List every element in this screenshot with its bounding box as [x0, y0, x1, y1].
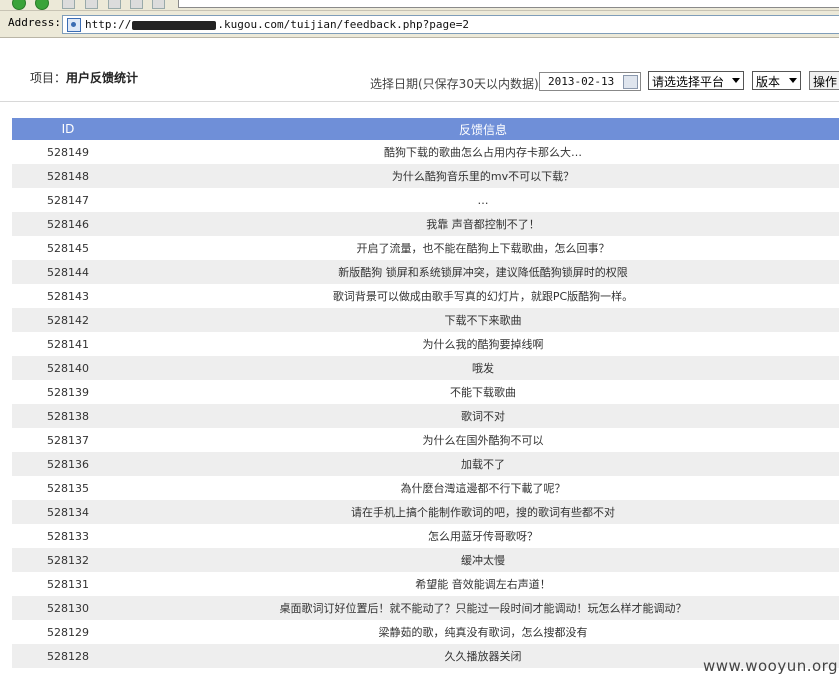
- operate-button[interactable]: 操作: [809, 71, 839, 90]
- table-row: 528130 桌面歌词订好位置后！就不能动了？只能过一段时间才能调动！玩怎么样才能…: [12, 596, 839, 620]
- page-icon: [67, 18, 81, 32]
- row-feedback: 为什么酷狗音乐里的mv不可以下载？: [124, 164, 839, 188]
- row-id: 528147: [12, 188, 124, 212]
- page-title: 项目：用户反馈统计: [30, 71, 139, 85]
- table-row: 528138 歌词不对: [12, 404, 839, 428]
- address-input[interactable]: http://.kugou.com/tuijian/feedback.php?p…: [62, 15, 839, 34]
- row-feedback: 桌面歌词订好位置后！就不能动了？只能过一段时间才能调动！玩怎么样才能调动？: [124, 596, 839, 620]
- row-feedback: 加载不了: [124, 452, 839, 476]
- calendar-icon[interactable]: [623, 75, 638, 89]
- row-feedback: 酷狗下载的歌曲怎么占用内存卡那么大…: [124, 140, 839, 164]
- chevron-down-icon[interactable]: [786, 74, 798, 86]
- history-icon[interactable]: [152, 0, 165, 9]
- row-id: 528136: [12, 452, 124, 476]
- table-row: 528149 酷狗下载的歌曲怎么占用内存卡那么大…: [12, 140, 839, 164]
- table-row: 528146 我靠 声音都控制不了！: [12, 212, 839, 236]
- row-id: 528133: [12, 524, 124, 548]
- table-row: 528135 為什麼台灣這邊都不行下載了呢？: [12, 476, 839, 500]
- address-bar: Address: http://.kugou.com/tuijian/feedb…: [0, 11, 839, 38]
- row-id: 528137: [12, 428, 124, 452]
- column-header-feedback: 反馈信息: [124, 118, 839, 140]
- table-row: 528143 歌词背景可以做成由歌手写真的幻灯片，就跟PC版酷狗一样。: [12, 284, 839, 308]
- row-feedback: 缓冲太慢: [124, 548, 839, 572]
- row-feedback: 开启了流量，也不能在酷狗上下载歌曲，怎么回事？: [124, 236, 839, 260]
- table-header-row: ID 反馈信息: [12, 118, 839, 140]
- refresh-icon[interactable]: [85, 0, 98, 9]
- row-feedback: 梁静茹的歌，纯真没有歌词，怎么搜都没有: [124, 620, 839, 644]
- table-row: 528139 不能下载歌曲: [12, 380, 839, 404]
- table-row: 528142 下载不下来歌曲: [12, 308, 839, 332]
- row-feedback: 请在手机上搞个能制作歌词的吧，搜的歌词有些都不对: [124, 500, 839, 524]
- column-header-id: ID: [12, 118, 124, 140]
- row-feedback: 不能下载歌曲: [124, 380, 839, 404]
- row-id: 528132: [12, 548, 124, 572]
- row-id: 528139: [12, 380, 124, 404]
- table-row: 528144 新版酷狗 锁屏和系统锁屏冲突，建议降低酷狗锁屏时的权限: [12, 260, 839, 284]
- row-id: 528135: [12, 476, 124, 500]
- feedback-table: ID 反馈信息 528149 酷狗下载的歌曲怎么占用内存卡那么大… 528148 为什…: [12, 118, 839, 668]
- row-feedback: 哦发: [124, 356, 839, 380]
- table-row: 528148 为什么酷狗音乐里的mv不可以下载？: [12, 164, 839, 188]
- home-icon[interactable]: [108, 0, 121, 9]
- row-id: 528141: [12, 332, 124, 356]
- chevron-down-icon[interactable]: [729, 74, 741, 86]
- row-id: 528128: [12, 644, 124, 668]
- row-id: 528130: [12, 596, 124, 620]
- table-row: 528131 希望能 音效能调左右声道！: [12, 572, 839, 596]
- table-row: 528134 请在手机上搞个能制作歌词的吧，搜的歌词有些都不对: [12, 500, 839, 524]
- row-feedback: 希望能 音效能调左右声道！: [124, 572, 839, 596]
- page-header: 项目：用户反馈统计 选择日期(只保存30天以内数据) 2013-02-13 请选…: [0, 41, 839, 102]
- row-feedback: 歌词不对: [124, 404, 839, 428]
- row-feedback: 我靠 声音都控制不了！: [124, 212, 839, 236]
- browser-toolbar: [0, 0, 839, 11]
- row-id: 528143: [12, 284, 124, 308]
- row-feedback: 歌词背景可以做成由歌手写真的幻灯片，就跟PC版酷狗一样。: [124, 284, 839, 308]
- table-row: 528147…: [12, 188, 839, 212]
- row-feedback: 為什麼台灣這邊都不行下載了呢？: [124, 476, 839, 500]
- row-id: 528149: [12, 140, 124, 164]
- row-feedback: 新版酷狗 锁屏和系统锁屏冲突，建议降低酷狗锁屏时的权限: [124, 260, 839, 284]
- date-label: 选择日期(只保存30天以内数据): [370, 77, 539, 91]
- stop-icon[interactable]: [62, 0, 75, 9]
- platform-select[interactable]: 请选选择平台: [648, 71, 744, 90]
- row-id: 528131: [12, 572, 124, 596]
- row-id: 528146: [12, 212, 124, 236]
- row-id: 528142: [12, 308, 124, 332]
- row-feedback: 怎么用蓝牙传哥歌呀？: [124, 524, 839, 548]
- table-row: 528133 怎么用蓝牙传哥歌呀？: [12, 524, 839, 548]
- table-row: 528137 为什么在国外酷狗不可以: [12, 428, 839, 452]
- version-select[interactable]: 版本: [752, 71, 801, 90]
- date-input[interactable]: 2013-02-13: [539, 72, 641, 91]
- toolbar-search-field[interactable]: [178, 0, 839, 8]
- row-id: 528144: [12, 260, 124, 284]
- row-id: 528145: [12, 236, 124, 260]
- url-text: http://.kugou.com/tuijian/feedback.php?p…: [85, 18, 470, 31]
- row-feedback: 下载不下来歌曲: [124, 308, 839, 332]
- row-feedback: 为什么我的酷狗要掉线啊: [124, 332, 839, 356]
- watermark: www.wooyun.org: [703, 657, 839, 675]
- favorites-icon[interactable]: [130, 0, 143, 9]
- row-feedback: …: [124, 188, 839, 212]
- table-row: 528136 加载不了: [12, 452, 839, 476]
- back-icon[interactable]: [12, 0, 26, 10]
- table-row: 528141 为什么我的酷狗要掉线啊: [12, 332, 839, 356]
- table-row: 528132 缓冲太慢: [12, 548, 839, 572]
- row-id: 528134: [12, 500, 124, 524]
- row-feedback: 为什么在国外酷狗不可以: [124, 428, 839, 452]
- forward-icon[interactable]: [35, 0, 49, 10]
- redacted-host: [132, 20, 217, 30]
- row-id: 528129: [12, 620, 124, 644]
- table-row: 528129 梁静茹的歌，纯真没有歌词，怎么搜都没有: [12, 620, 839, 644]
- table-row: 528140 哦发: [12, 356, 839, 380]
- row-id: 528148: [12, 164, 124, 188]
- table-row: 528145 开启了流量，也不能在酷狗上下载歌曲，怎么回事？: [12, 236, 839, 260]
- row-id: 528138: [12, 404, 124, 428]
- row-id: 528140: [12, 356, 124, 380]
- address-label: Address:: [8, 16, 61, 29]
